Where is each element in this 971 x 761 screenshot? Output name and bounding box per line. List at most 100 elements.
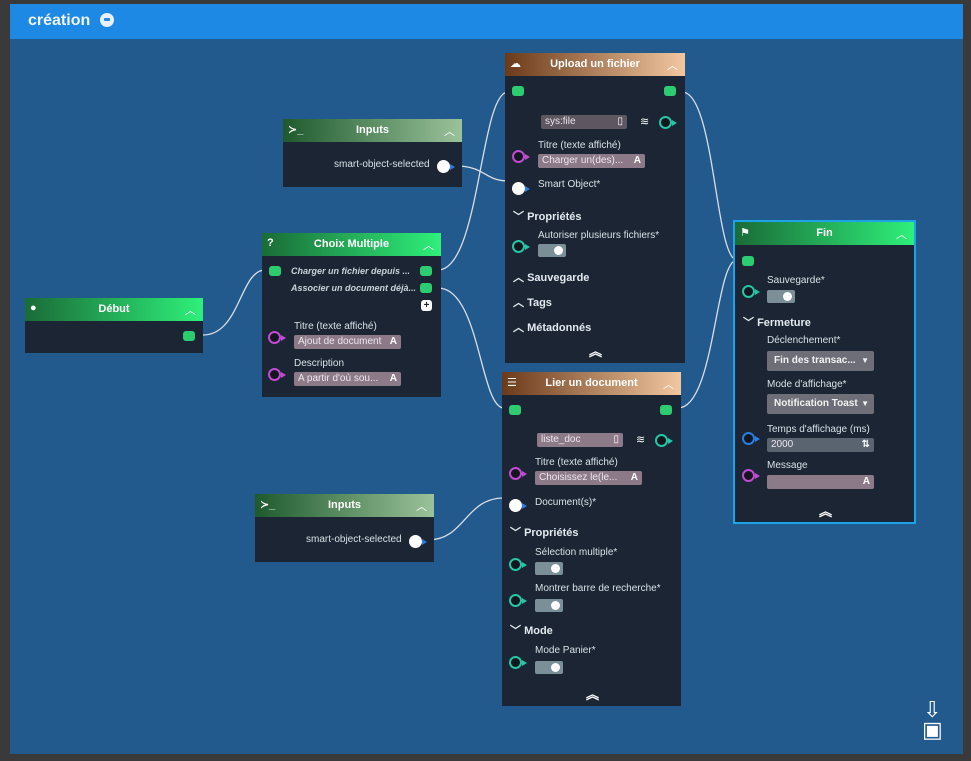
input-pin[interactable] <box>268 331 281 344</box>
layers-icon[interactable]: ≋ <box>636 433 645 446</box>
node-inputs-2[interactable]: ≻_ Inputs ︿ smart-object-selected <box>255 494 434 562</box>
node-fin[interactable]: ⚑ Fin ︿ Sauvegarde* ﹀ Fermeture Déclench… <box>735 222 914 522</box>
input-pin[interactable] <box>512 150 525 163</box>
node-inputs-1[interactable]: ≻_ Inputs ︿ smart-object-selected <box>283 119 462 187</box>
output-port[interactable] <box>420 266 432 276</box>
input-pin[interactable] <box>512 240 525 253</box>
section-label: Fermeture <box>757 317 811 329</box>
wire-inputs2-lier <box>427 497 505 541</box>
download-box-icon[interactable]: ⇩ ▣ <box>922 699 943 741</box>
input-pin[interactable] <box>742 432 755 445</box>
input-pin[interactable] <box>509 558 522 571</box>
collapse-chevron-icon[interactable]: ︿ <box>416 498 427 514</box>
output-pin[interactable] <box>437 160 450 173</box>
autoriser-toggle[interactable] <box>538 244 566 257</box>
collapse-chevron-icon[interactable]: ︿ <box>667 57 678 73</box>
collapse-chevron-icon[interactable]: ︿ <box>663 376 674 392</box>
node-choix-header[interactable]: ? Choix Multiple ︿ <box>262 233 441 256</box>
input-port[interactable] <box>269 266 281 276</box>
temps-field[interactable]: 2000 ⇅ <box>767 438 874 452</box>
text-type-icon: A <box>862 476 870 487</box>
file-icon: ▯ <box>617 116 623 127</box>
field-label: Document(s)* <box>535 497 597 508</box>
titre-field[interactable]: Charger un(des)... A <box>538 154 645 168</box>
collapse-chevron-icon[interactable]: ︿ <box>185 302 196 318</box>
section-proprietes[interactable]: ﹀ Propriétés <box>513 208 581 224</box>
input-port[interactable] <box>512 86 524 96</box>
output-label: smart-object-selected <box>334 159 430 170</box>
section-fermeture[interactable]: ﹀ Fermeture <box>743 314 811 330</box>
node-inputs-1-header[interactable]: ≻_ Inputs ︿ <box>283 119 462 142</box>
section-label: Propriétés <box>524 527 579 539</box>
sauvegarde-toggle[interactable] <box>767 290 795 303</box>
titre-field[interactable]: Choisissez le(le... A <box>535 471 642 485</box>
message-field[interactable]: A <box>767 475 874 489</box>
input-pin[interactable] <box>742 469 755 482</box>
montrer-recherche-toggle[interactable] <box>535 599 563 612</box>
output-pin[interactable] <box>659 116 672 129</box>
sysfile-field[interactable]: sys:file ▯ <box>541 115 627 129</box>
output-port[interactable] <box>664 86 676 96</box>
input-port[interactable] <box>742 256 754 266</box>
node-debut-header[interactable]: ● Début ︿ <box>25 298 203 321</box>
collapse-all-icon[interactable]: ︽ <box>586 684 599 703</box>
workflow-canvas[interactable]: création ● Début ︿ ≻_ Inputs ︿ smart-obj… <box>10 4 963 754</box>
output-pin[interactable] <box>655 434 668 447</box>
add-option-button[interactable]: + <box>421 300 432 311</box>
collapse-chevron-icon[interactable]: ︿ <box>896 226 907 242</box>
titre-field[interactable]: Ajout de document A <box>294 335 401 349</box>
liste-doc-field[interactable]: liste_doc ▯ <box>537 433 623 447</box>
node-fin-header[interactable]: ⚑ Fin ︿ <box>735 222 914 245</box>
node-upload-header[interactable]: ☁ Upload un fichier ︿ <box>505 53 685 76</box>
dropdown-arrow-icon: ▼ <box>861 399 869 408</box>
collapse-chevron-icon[interactable]: ︿ <box>444 123 455 139</box>
field-label: Montrer barre de recherche* <box>535 583 661 594</box>
pin-arrow-icon <box>281 372 286 378</box>
mode-panier-toggle[interactable] <box>535 661 563 674</box>
collapse-all-icon[interactable]: ︽ <box>819 501 832 520</box>
node-inputs-2-title: Inputs <box>328 499 361 511</box>
description-field[interactable]: A partir d'où sou... A <box>294 372 401 386</box>
mode-affichage-select[interactable]: Notification Toast ▼ <box>767 394 874 414</box>
collapse-chevron-icon[interactable]: ︿ <box>423 237 434 253</box>
selection-multiple-toggle[interactable] <box>535 562 563 575</box>
output-port[interactable] <box>183 331 195 341</box>
input-pin[interactable] <box>509 594 522 607</box>
node-upload-fichier[interactable]: ☁ Upload un fichier ︿ sys:file ▯ ≋ Titre … <box>505 53 685 363</box>
layers-icon[interactable]: ≋ <box>640 115 649 128</box>
node-lier-header[interactable]: ☰ Lier un document ︿ <box>502 372 681 395</box>
choice-option: Associer un document déjà... <box>291 283 417 293</box>
pin-arrow-icon <box>422 539 427 545</box>
node-debut[interactable]: ● Début ︿ <box>25 298 203 353</box>
declenchement-select[interactable]: Fin des transac... ▼ <box>767 351 874 371</box>
wire-inputs1-upload <box>455 165 509 182</box>
pin-arrow-icon <box>281 335 286 341</box>
output-port[interactable] <box>420 283 432 293</box>
output-port[interactable] <box>660 405 672 415</box>
node-inputs-2-header[interactable]: ≻_ Inputs ︿ <box>255 494 434 517</box>
input-port[interactable] <box>509 405 521 415</box>
node-lier-document[interactable]: ☰ Lier un document ︿ liste_doc ▯ ≋ Titre … <box>502 372 681 706</box>
section-label: Sauvegarde <box>527 272 590 284</box>
pin-arrow-icon <box>522 660 527 666</box>
documents-pin[interactable] <box>509 499 522 512</box>
output-label: smart-object-selected <box>306 534 402 545</box>
pin-arrow-icon <box>755 436 760 442</box>
input-pin[interactable] <box>509 656 522 669</box>
section-tags[interactable]: ︿ Tags <box>513 294 552 310</box>
node-choix-multiple[interactable]: ? Choix Multiple ︿ Charger un fichier de… <box>262 233 441 397</box>
input-pin[interactable] <box>268 368 281 381</box>
pin-arrow-icon <box>525 244 530 250</box>
collapse-all-icon[interactable]: ︽ <box>589 341 602 360</box>
output-pin[interactable] <box>409 535 422 548</box>
input-pin[interactable] <box>742 285 755 298</box>
section-mode[interactable]: ﹀ Mode <box>510 622 553 638</box>
smart-object-pin[interactable] <box>512 182 525 195</box>
field-value: A partir d'où sou... <box>298 373 379 384</box>
section-sauvegarde[interactable]: ︿ Sauvegarde <box>513 269 589 285</box>
pin-arrow-icon <box>522 503 527 509</box>
input-pin[interactable] <box>509 467 522 480</box>
section-proprietes[interactable]: ﹀ Propriétés <box>510 524 578 540</box>
pin-arrow-icon <box>672 120 677 126</box>
section-metadonnees[interactable]: ︿ Métadonnés <box>513 319 591 335</box>
